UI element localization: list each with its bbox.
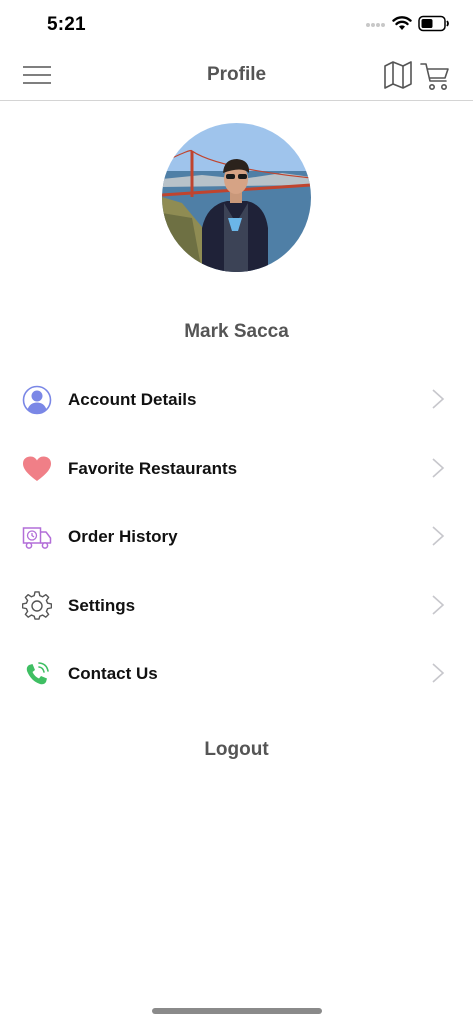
- user-name: Mark Sacca: [184, 321, 289, 342]
- chevron-right-icon: [432, 457, 445, 478]
- delivery-truck-icon: [22, 527, 52, 549]
- heart-icon: [23, 456, 51, 481]
- menu-item-label: Contact Us: [68, 664, 158, 683]
- menu-item-label: Favorite Restaurants: [68, 458, 238, 478]
- map-icon[interactable]: [383, 60, 413, 90]
- menu-item-label: Order History: [68, 527, 178, 546]
- gear-icon: [22, 590, 52, 620]
- chevron-right-icon: [432, 663, 445, 683]
- phone-icon: [26, 662, 49, 685]
- profile-menu: Account Details Favorite Restaurants Ord…: [0, 366, 473, 709]
- avatar[interactable]: [162, 123, 311, 272]
- status-time: 5:21: [47, 14, 86, 35]
- chevron-right-icon: [432, 389, 445, 409]
- cart-icon[interactable]: [419, 60, 451, 92]
- menu-item-contact-us[interactable]: Contact Us: [0, 640, 473, 709]
- menu-item-favorite-restaurants[interactable]: Favorite Restaurants: [0, 435, 473, 504]
- battery-icon: [418, 15, 449, 32]
- wifi-icon: [392, 16, 412, 30]
- status-bar: 5:21: [0, 0, 473, 50]
- user-icon: [22, 385, 52, 415]
- cellular-signal-icon: [366, 23, 385, 27]
- menu-item-account-details[interactable]: Account Details: [0, 366, 473, 435]
- chevron-right-icon: [432, 526, 445, 546]
- menu-item-order-history[interactable]: Order History: [0, 503, 473, 572]
- logout-button[interactable]: Logout: [0, 739, 473, 761]
- menu-item-label: Settings: [68, 595, 136, 615]
- menu-item-settings[interactable]: Settings: [0, 572, 473, 641]
- profile-photo: [162, 123, 311, 272]
- home-indicator[interactable]: [152, 1008, 322, 1014]
- nav-bar: Profile: [0, 50, 473, 101]
- menu-item-label: Account Details: [68, 390, 197, 409]
- chevron-right-icon: [432, 594, 445, 615]
